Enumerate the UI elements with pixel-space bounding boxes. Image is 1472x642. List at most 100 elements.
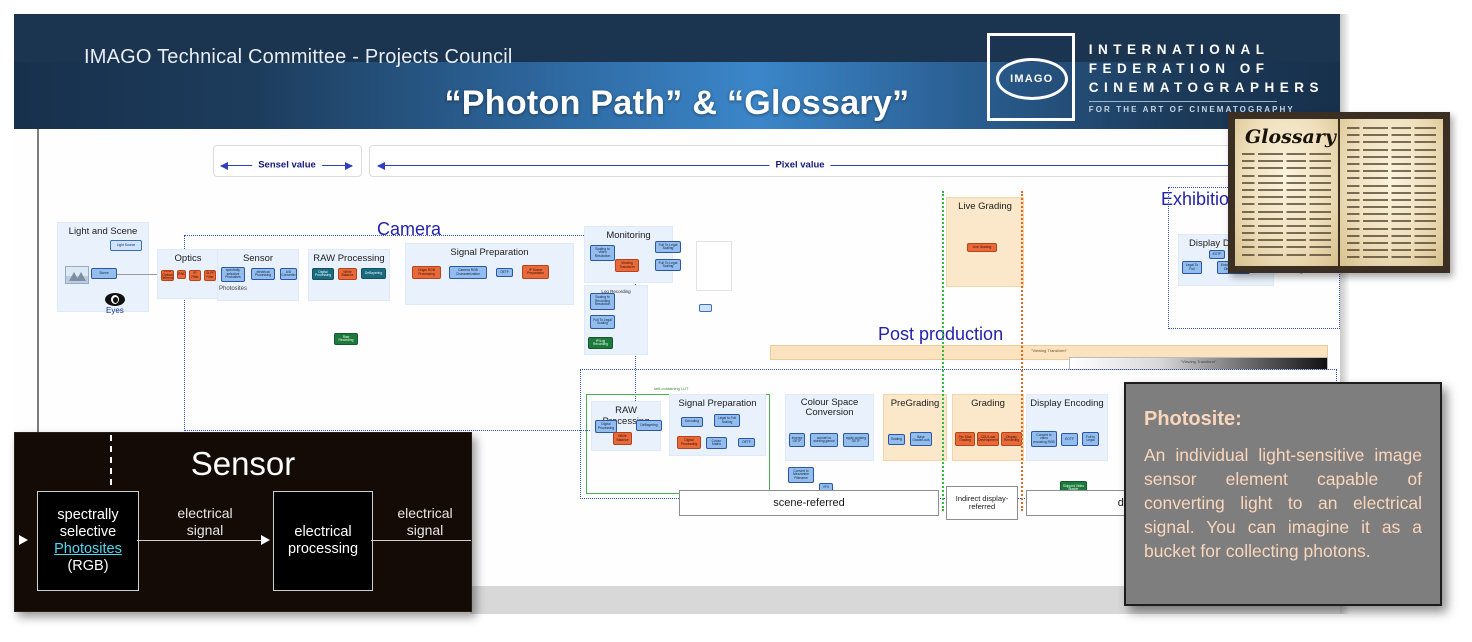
slide-canvas: IMAGO Technical Committee - Projects Cou… bbox=[0, 0, 1472, 642]
glossary-book-image: Glossary bbox=[1228, 112, 1450, 273]
node-ip-log-recording: IP/Log Recording bbox=[588, 337, 613, 349]
node-white-balance: White Balance bbox=[338, 268, 357, 280]
group-live-grading: Live Grading bbox=[946, 197, 1024, 287]
group-display-encoding: Display Encoding bbox=[1026, 394, 1108, 461]
eproc-line-2: processing bbox=[287, 541, 359, 557]
node-scene: Scene bbox=[91, 268, 117, 279]
logo-divider bbox=[1088, 100, 1277, 102]
book-right-page bbox=[1340, 119, 1443, 266]
group-pregrading: PreGrading bbox=[883, 394, 947, 461]
glossary-title: Glossary bbox=[1245, 126, 1336, 148]
sensor-signal-line-1 bbox=[137, 540, 267, 541]
sensor-signal-line-2 bbox=[371, 540, 471, 541]
group-label: Light and Scene bbox=[68, 226, 138, 237]
sensor-input-arrow-icon bbox=[19, 535, 28, 545]
book-left-page: Glossary bbox=[1235, 119, 1338, 266]
group-label: Signal Preparation bbox=[450, 247, 529, 258]
tooltip-term: Photosite: bbox=[1144, 408, 1242, 430]
node-light-source: Light Source bbox=[110, 240, 142, 251]
node-convert-to-video-encoding-rgb: Convert to video encoding RGB bbox=[1031, 431, 1057, 447]
node-cdl-look-development: CDL/Look Development bbox=[977, 432, 999, 446]
photosites-line-1: spectrally bbox=[57, 507, 119, 523]
eye-outline-icon: IMAGO bbox=[995, 57, 1068, 100]
node-raw-recording: Raw Recording bbox=[334, 333, 358, 345]
strip-label: “Viewing Transform” bbox=[1180, 359, 1217, 364]
pixel-value-label: Pixel value bbox=[769, 159, 831, 171]
electrical-processing-box: electrical processing bbox=[273, 491, 373, 591]
node-full-to-legal-scaling-1: Full To Legal Scaling bbox=[655, 241, 681, 253]
sensor-signal-label-2: electrical signal bbox=[397, 505, 453, 538]
group-label: Monitoring bbox=[606, 230, 651, 241]
node-base-grade-look: Base Grade/Look bbox=[910, 432, 932, 446]
node-convert-to-working-gamut: convert to working gamut bbox=[810, 433, 838, 447]
header-subtitle: IMAGO Technical Committee - Projects Cou… bbox=[84, 46, 513, 68]
connector bbox=[117, 274, 157, 275]
group-label: Optics bbox=[174, 253, 202, 264]
group-label: Colour Space Conversion bbox=[800, 397, 859, 418]
group-grading: Grading bbox=[952, 394, 1024, 461]
node-irnd: IRND bbox=[177, 270, 186, 279]
node-full-to-legal-display: Full to Legal bbox=[1082, 432, 1099, 446]
scene-referred-divider bbox=[942, 191, 944, 511]
node-ir-filter: IR Filter bbox=[189, 270, 201, 281]
node-lens-optical-elements: Lens Optical Elements bbox=[161, 270, 174, 281]
node-oetf-camera: OETF bbox=[496, 268, 513, 277]
tooltip-definition: An individual light-sensitive image sens… bbox=[1144, 445, 1422, 561]
group-label: Sensor bbox=[242, 253, 274, 264]
node-scaling-to-video-resolution: Scaling to Video Resolution bbox=[590, 245, 615, 261]
logo-line-1: INTERNATIONAL bbox=[1088, 41, 1270, 57]
node-legal-to-full-scaling: Legal to Full Scaling bbox=[714, 414, 740, 427]
band-indirect-display-referred: Indirect display-referred bbox=[946, 486, 1018, 520]
node-full-to-legal-scaling-2: Full To Legal Scaling bbox=[655, 259, 681, 271]
photosites-box[interactable]: spectrally selective Photosites (RGB) bbox=[37, 491, 139, 591]
section-title-post-production: Post production bbox=[878, 324, 1004, 344]
photosites-link[interactable]: Photosites bbox=[54, 541, 122, 558]
group-label: PreGrading bbox=[890, 398, 940, 409]
sensor-detail-panel: Sensor spectrally selective Photosites (… bbox=[14, 432, 472, 612]
node-scaling-pregrading: Scaling bbox=[888, 434, 905, 445]
node-per-shot-grading: Per Shot Grading bbox=[955, 432, 975, 446]
sensel-value-label: Sensel value bbox=[252, 159, 322, 171]
node-apply-working-oetf: apply working OETF bbox=[843, 433, 869, 447]
node-viewing-transform: Viewing Transform bbox=[615, 259, 639, 272]
sensor-caption: Photosites bbox=[219, 286, 248, 292]
sensor-dashed-guide bbox=[110, 435, 112, 485]
photosite-glossary-tooltip: Photosite: An individual light-sensitive… bbox=[1124, 382, 1442, 606]
node-display-rendering: Display Rendering bbox=[1001, 432, 1022, 446]
sensor-signal-label-1: electrical signal bbox=[177, 505, 233, 538]
group-label: Signal Preparation bbox=[678, 398, 757, 409]
node-colour-matrix: Colour Matrix bbox=[706, 437, 727, 449]
node-digital-processing: Digital Processing bbox=[312, 268, 334, 280]
node-olpf-filter: OLPF Filter bbox=[204, 270, 216, 281]
node-digital-processing-sigprep: Digital Processing bbox=[677, 436, 701, 449]
node-camera-rgb-characterization: Camera RGB Characterization bbox=[449, 266, 487, 279]
node-white-balance-post: White Balance bbox=[613, 432, 632, 445]
slide-header: IMAGO Technical Committee - Projects Cou… bbox=[14, 14, 1340, 129]
node-full-to-legal-scaling-log: Full To Legal Scaling bbox=[590, 315, 615, 329]
sensor-panel-title: Sensor bbox=[190, 445, 296, 482]
book-text-lines-left bbox=[1242, 153, 1331, 258]
node-photosites[interactable]: spectrally selective Photosites bbox=[221, 267, 245, 282]
monitor-white-box bbox=[696, 241, 732, 291]
node-convert-to-mezzanine: Convert to Mezzanine Filename bbox=[788, 467, 814, 483]
imago-wordmark: IMAGO bbox=[1010, 72, 1054, 85]
display-referred-divider bbox=[1021, 191, 1023, 511]
node-eotf-display-decoding: EOTF bbox=[1209, 250, 1225, 259]
eyes-label-left: Eyes bbox=[106, 306, 124, 315]
pixel-value-arrow bbox=[377, 162, 1321, 170]
strip-label: “Viewing Transform” bbox=[1031, 348, 1067, 353]
imago-logo: IMAGO INTERNATIONAL FEDERATION OF CINEMA… bbox=[986, 32, 1324, 121]
node-debayering-post: DeBayering bbox=[636, 420, 662, 431]
node-origin-rgb-processing: Origin RGB Processing bbox=[412, 266, 441, 279]
group-label: Display Encoding bbox=[1030, 398, 1104, 409]
group-label: Live Grading bbox=[958, 201, 1012, 212]
imago-eye-mark-icon: IMAGO bbox=[986, 32, 1075, 121]
node-live-grading: Live Grading bbox=[967, 243, 997, 252]
logo-line-3: CINEMATOGRAPHERS bbox=[1088, 79, 1324, 95]
group-label: RAW Processing bbox=[313, 253, 385, 264]
node-decoding: Decoding bbox=[681, 417, 703, 427]
photosites-line-4: (RGB) bbox=[67, 558, 109, 574]
node-aux-out bbox=[699, 304, 712, 312]
sensor-arrow-1-icon bbox=[261, 535, 270, 545]
group-colour-space-conversion: Colour Space Conversion bbox=[785, 394, 874, 461]
